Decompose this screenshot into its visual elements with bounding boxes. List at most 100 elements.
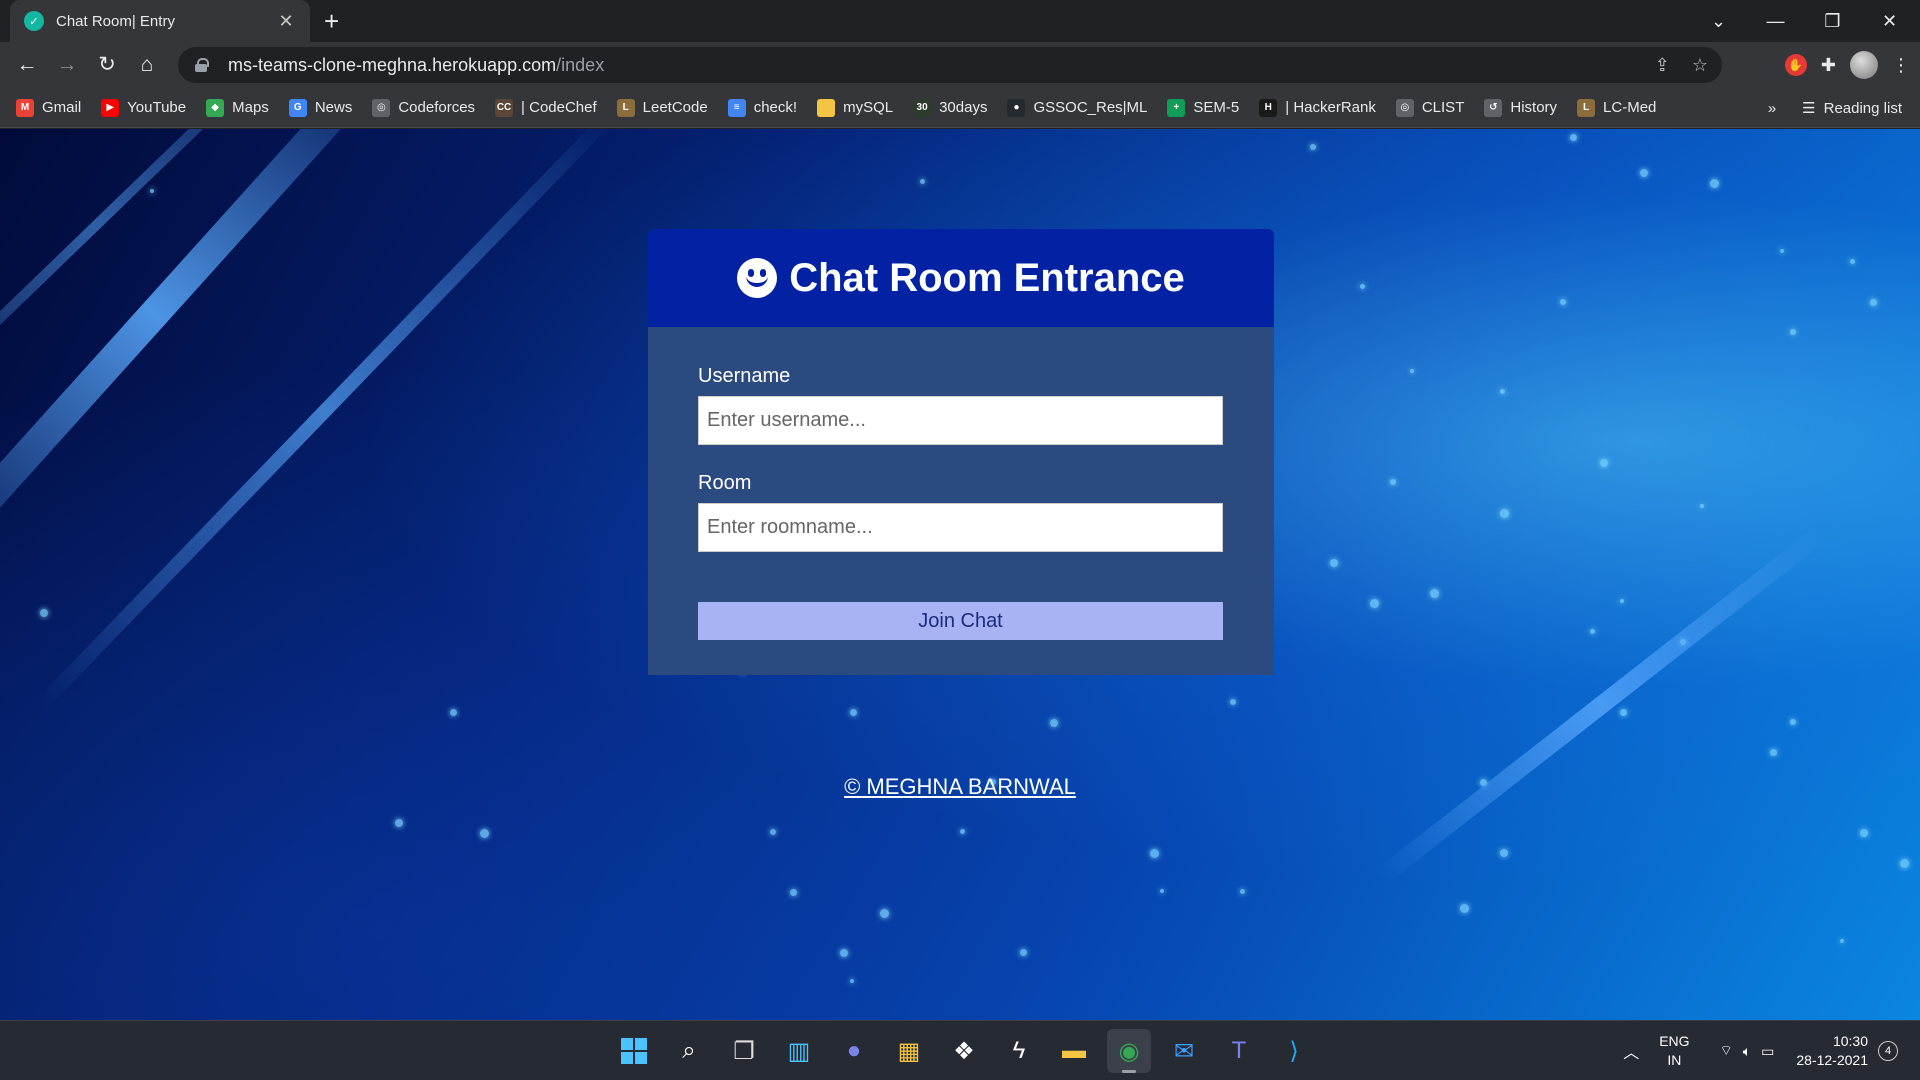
- wifi-icon[interactable]: ⌔: [1720, 1042, 1733, 1060]
- mail-icon[interactable]: ✉: [1162, 1029, 1206, 1073]
- tab-strip: ✓ Chat Room| Entry ✕ + ⌄ — ❐ ✕: [0, 0, 1920, 42]
- lock-icon[interactable]: [194, 58, 209, 72]
- profile-avatar[interactable]: [1850, 51, 1878, 79]
- reading-list-icon[interactable]: ☰: [1802, 99, 1815, 117]
- bookmark-item[interactable]: + SEM-5: [1167, 98, 1239, 117]
- dropbox-icon[interactable]: ❖: [942, 1029, 986, 1073]
- bookmark-item[interactable]: ◎ Codeforces: [372, 98, 476, 117]
- username-input[interactable]: [698, 396, 1223, 445]
- background-particle: [1150, 849, 1159, 858]
- chevron-up-icon[interactable]: ︿: [1623, 1039, 1639, 1063]
- back-icon[interactable]: ←: [12, 50, 42, 80]
- bolt-app-icon[interactable]: ϟ: [997, 1029, 1041, 1073]
- bookmark-item[interactable]: G News: [288, 98, 352, 117]
- store-icon[interactable]: ▦: [887, 1029, 931, 1073]
- chevron-down-icon[interactable]: ⌄: [1690, 11, 1747, 32]
- background-particle: [790, 889, 797, 896]
- chrome-icon[interactable]: ◉: [1107, 1029, 1151, 1073]
- background-particle: [1780, 249, 1784, 253]
- new-tab-button[interactable]: +: [324, 6, 339, 36]
- entrance-card: Chat Room Entrance Username Room Join Ch…: [648, 229, 1274, 675]
- bookmark-item[interactable]: L LeetCode: [616, 98, 708, 117]
- bookmark-item[interactable]: ● GSSOC_Res|ML: [1007, 98, 1147, 117]
- background-particle: [1700, 504, 1704, 508]
- background-particle: [450, 709, 457, 716]
- bookmark-star-icon[interactable]: ☆: [1692, 55, 1708, 76]
- window-controls: — ❐ ✕: [1747, 0, 1918, 42]
- tab-search-button[interactable]: ⌄: [1690, 0, 1747, 42]
- reading-list-label[interactable]: Reading list: [1824, 100, 1902, 117]
- bookmark-item[interactable]: ≡ check!: [727, 98, 798, 117]
- room-input[interactable]: [698, 503, 1223, 552]
- clock-date: 28-12-2021: [1796, 1052, 1868, 1068]
- background-particle: [1710, 179, 1719, 188]
- maps-icon: ◆: [206, 98, 225, 117]
- forward-icon[interactable]: →: [52, 50, 82, 80]
- page-title: Chat Room Entrance: [789, 255, 1185, 300]
- bookmark-item[interactable]: H | HackerRank: [1259, 98, 1376, 117]
- vscode-icon[interactable]: ⟩: [1272, 1029, 1316, 1073]
- bookmark-item[interactable]: ↺ History: [1484, 98, 1557, 117]
- background-particle: [1850, 259, 1855, 264]
- language-indicator[interactable]: ENG IN: [1659, 1032, 1689, 1070]
- close-icon[interactable]: ✕: [276, 11, 296, 32]
- bookmark-item[interactable]: mySQL: [817, 98, 893, 117]
- bookmark-item[interactable]: ◎ CLIST: [1395, 98, 1465, 117]
- hackerrank-icon: H: [1259, 98, 1278, 117]
- taskbar-apps: ⌕ ❐ ▥ ● ▦ ❖ ϟ ▬ ◉ ✉ T ⟩: [612, 1029, 1316, 1073]
- menu-kebab-icon[interactable]: ⋮: [1892, 55, 1910, 76]
- extensions-puzzle-icon[interactable]: ✚: [1821, 55, 1836, 76]
- clock[interactable]: 10:30 28-12-2021: [1796, 1032, 1868, 1070]
- folder-icon: [817, 98, 836, 117]
- file-explorer-icon[interactable]: ▬: [1052, 1029, 1096, 1073]
- address-bar[interactable]: ms-teams-clone-meghna.herokuapp.com/inde…: [178, 47, 1722, 83]
- close-window-icon[interactable]: ✕: [1861, 11, 1918, 32]
- background-particle: [1590, 629, 1595, 634]
- bookmark-label: check!: [753, 99, 798, 116]
- bookmark-label: CLIST: [1421, 99, 1465, 116]
- copyright-link[interactable]: © MEGHNA BARNWAL: [844, 774, 1076, 799]
- tab-title: Chat Room| Entry: [56, 12, 175, 30]
- bookmark-item[interactable]: 30 30days: [913, 98, 988, 117]
- bookmarks-bar: M Gmail ▶ YouTube ◆ Maps G News ◎ Codeforces CC | C…: [0, 88, 1920, 128]
- background-beam: [1374, 526, 1827, 886]
- volume-icon[interactable]: 🔈︎: [1743, 1043, 1751, 1060]
- bookmark-label: Codeforces: [398, 99, 476, 116]
- battery-icon[interactable]: ▭: [1761, 1043, 1774, 1060]
- restore-icon[interactable]: ❐: [1804, 11, 1861, 32]
- sheets-icon: +: [1167, 98, 1186, 117]
- background-particle: [1570, 134, 1577, 141]
- chat-icon[interactable]: ●: [832, 1029, 876, 1073]
- notification-badge[interactable]: 4: [1878, 1041, 1898, 1061]
- history-icon: ↺: [1484, 98, 1503, 117]
- minimize-icon[interactable]: —: [1747, 11, 1804, 32]
- background-particle: [1500, 849, 1508, 857]
- share-icon[interactable]: ⇪: [1655, 55, 1670, 76]
- start-icon[interactable]: [612, 1029, 656, 1073]
- reload-icon[interactable]: ↻: [92, 50, 122, 80]
- bookmark-item[interactable]: M Gmail: [16, 98, 81, 117]
- bookmark-item[interactable]: ▶ YouTube: [101, 98, 186, 117]
- entry-form: Username Room Join Chat: [648, 327, 1274, 640]
- background-particle: [1840, 939, 1844, 943]
- task-view-icon[interactable]: ❐: [722, 1029, 766, 1073]
- bookmark-item[interactable]: L LC-Med: [1577, 98, 1656, 117]
- more-bookmarks-icon[interactable]: »: [1768, 100, 1776, 117]
- widgets-icon[interactable]: ▥: [777, 1029, 821, 1073]
- leetcode-icon: L: [1577, 98, 1596, 117]
- background-particle: [770, 829, 776, 835]
- username-label: Username: [698, 365, 791, 387]
- bookmark-item[interactable]: ◆ Maps: [206, 98, 269, 117]
- background-particle: [1050, 719, 1058, 727]
- bookmark-item[interactable]: CC | CodeChef: [495, 98, 597, 117]
- join-chat-button[interactable]: Join Chat: [698, 602, 1223, 640]
- bookmark-label: 30days: [939, 99, 988, 116]
- search-icon[interactable]: ⌕: [667, 1029, 711, 1073]
- active-tab[interactable]: ✓ Chat Room| Entry ✕: [10, 0, 310, 42]
- extension-hand-icon[interactable]: ✋: [1784, 54, 1807, 76]
- background-particle: [1620, 599, 1624, 603]
- chat-app-icon: ✓: [24, 11, 44, 31]
- teams-icon[interactable]: T: [1217, 1029, 1261, 1073]
- home-icon[interactable]: ⌂: [132, 50, 162, 80]
- background-particle: [1410, 369, 1414, 373]
